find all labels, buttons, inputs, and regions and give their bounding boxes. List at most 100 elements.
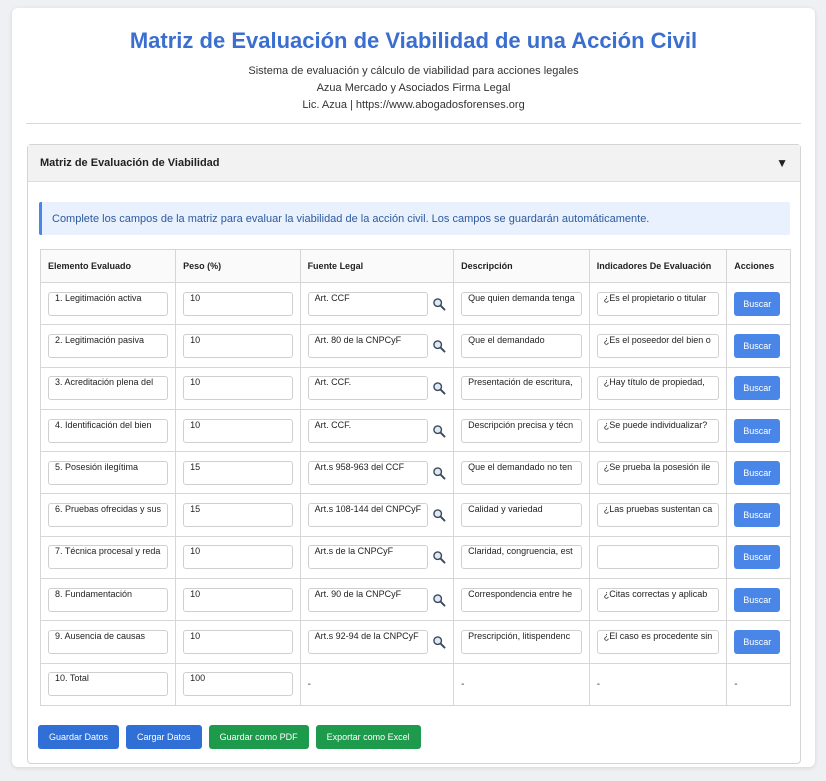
- table-row: 8. Fundamentación 10 Art. 90 de la CNPCyF C…: [39, 578, 791, 622]
- weight-input[interactable]: 10: [183, 333, 293, 358]
- magnifier-icon[interactable]: [432, 550, 446, 564]
- element-input[interactable]: 9. Ausencia de causas: [48, 630, 169, 655]
- firm-name: Azua Mercado y Asociados Firma Legal: [316, 82, 511, 94]
- description-input[interactable]: Prescripción, litispendenc: [461, 630, 582, 655]
- panel-header[interactable]: Matriz de Evaluación de Viabilidad ▼: [28, 145, 800, 182]
- element-input[interactable]: 5. Posesión ilegítima: [48, 460, 169, 485]
- magnifier-icon[interactable]: [432, 635, 446, 649]
- search-button[interactable]: Buscar: [734, 376, 781, 401]
- search-button[interactable]: Buscar: [734, 333, 781, 358]
- caret-down-icon[interactable]: ▼: [776, 156, 788, 170]
- info-alert: Complete los campos de la matriz para ev…: [39, 202, 790, 235]
- search-button[interactable]: Buscar: [734, 291, 781, 316]
- source-input[interactable]: Art. CCF.: [307, 418, 429, 443]
- indicator-input[interactable]: ¿El caso es procedente sin: [596, 630, 720, 655]
- page-title: Matriz de Evaluación de Viabilidad de un…: [129, 28, 698, 53]
- magnifier-icon[interactable]: [432, 508, 446, 522]
- weight-input[interactable]: 10: [183, 376, 293, 401]
- source-input[interactable]: Art. CCF.: [307, 376, 429, 401]
- table-row: 9. Ausencia de causas 10 Art.s 92-94 de la…: [39, 620, 791, 664]
- description-input[interactable]: Que el demandado no ten: [461, 460, 582, 485]
- weight-input[interactable]: 10: [183, 418, 293, 443]
- column-header: Fuente Legal: [299, 249, 455, 283]
- indicator-input[interactable]: ¿Las pruebas sustentan ca: [596, 503, 720, 528]
- save-data-button[interactable]: Guardar Datos: [38, 725, 120, 749]
- weight-input[interactable]: 15: [183, 503, 293, 528]
- page-header: Matriz de Evaluación de Viabilidad de un…: [12, 8, 815, 114]
- description-input[interactable]: Presentación de escritura,: [461, 376, 582, 401]
- column-header: Descripción: [453, 249, 590, 283]
- total-row: 10. Total 100 - - - -: [39, 662, 791, 706]
- weight-input[interactable]: 10: [183, 545, 293, 570]
- source-input[interactable]: Art. CCF: [307, 291, 429, 316]
- indicator-input[interactable]: ¿Citas correctas y aplicab: [596, 587, 720, 612]
- total-source-cell: -: [307, 678, 311, 690]
- description-input[interactable]: Correspondencia entre he: [461, 587, 582, 612]
- save-pdf-button[interactable]: Guardar como PDF: [208, 725, 309, 749]
- column-header: Elemento Evaluado: [39, 249, 177, 283]
- source-cell: Art. CCF.: [307, 418, 447, 443]
- weight-input[interactable]: 10: [183, 291, 293, 316]
- search-button[interactable]: Buscar: [734, 545, 781, 570]
- weight-input[interactable]: 15: [183, 460, 293, 485]
- source-input[interactable]: Art.s 92-94 de la CNPCyF: [307, 630, 429, 655]
- description-input[interactable]: Descripción precisa y técn: [461, 418, 582, 443]
- source-cell: Art.s 958-963 del CCF: [307, 460, 447, 485]
- search-button[interactable]: Buscar: [734, 630, 781, 655]
- indicator-input[interactable]: ¿Se puede individualizar?: [596, 418, 720, 443]
- indicator-input[interactable]: ¿Hay título de propiedad,: [596, 376, 720, 401]
- source-input[interactable]: Art.s 108-144 del CNPCyF: [307, 503, 429, 528]
- table-body: 1. Legitimación activa 10 Art. CCF Que quie…: [39, 281, 791, 706]
- element-input[interactable]: 6. Pruebas ofrecidas y sus: [48, 503, 169, 528]
- indicator-input[interactable]: ¿Es el propietario o titular: [596, 291, 720, 316]
- description-input[interactable]: Que quien demanda tenga: [461, 291, 582, 316]
- total-element-field[interactable]: 10. Total: [48, 672, 169, 697]
- weight-input[interactable]: 10: [183, 587, 293, 612]
- info-text: Complete los campos de la matriz para ev…: [52, 212, 650, 225]
- element-input[interactable]: 1. Legitimación activa: [48, 291, 169, 316]
- panel-title: Matriz de Evaluación de Viabilidad: [40, 157, 220, 169]
- indicator-input[interactable]: [596, 545, 720, 570]
- description-input[interactable]: Calidad y variedad: [461, 503, 582, 528]
- total-description-cell: -: [461, 678, 465, 690]
- evaluation-table: Elemento Evaluado Peso (%) Fuente Legal …: [39, 249, 791, 706]
- total-weight-field[interactable]: 100: [183, 672, 293, 697]
- magnifier-icon[interactable]: [432, 593, 446, 607]
- description-input[interactable]: Claridad, congruencia, est: [461, 545, 582, 570]
- source-cell: Art. CCF: [307, 291, 447, 316]
- search-button[interactable]: Buscar: [734, 587, 781, 612]
- magnifier-icon[interactable]: [432, 381, 446, 395]
- source-input[interactable]: Art. 80 de la CNPCyF: [307, 333, 429, 358]
- magnifier-icon[interactable]: [432, 339, 446, 353]
- magnifier-icon[interactable]: [432, 297, 446, 311]
- indicator-input[interactable]: ¿Es el poseedor del bien o: [596, 333, 720, 358]
- weight-input[interactable]: 10: [183, 630, 293, 655]
- export-excel-button[interactable]: Exportar como Excel: [315, 725, 421, 749]
- search-button[interactable]: Buscar: [734, 460, 781, 485]
- magnifier-icon[interactable]: [432, 424, 446, 438]
- source-cell: Art. CCF.: [307, 376, 447, 401]
- source-cell: Art.s 108-144 del CNPCyF: [307, 503, 447, 528]
- header-divider: [26, 123, 801, 124]
- load-data-button[interactable]: Cargar Datos: [126, 725, 202, 749]
- evaluation-panel: Matriz de Evaluación de Viabilidad ▼ Com…: [27, 144, 801, 764]
- source-input[interactable]: Art.s 958-963 del CCF: [307, 460, 429, 485]
- description-input[interactable]: Que el demandado: [461, 333, 582, 358]
- main-card: Matriz de Evaluación de Viabilidad de un…: [12, 8, 815, 767]
- indicator-input[interactable]: ¿Se prueba la posesión ile: [596, 460, 720, 485]
- search-button[interactable]: Buscar: [734, 503, 781, 528]
- source-input[interactable]: Art. 90 de la CNPCyF: [307, 587, 429, 612]
- magnifier-icon[interactable]: [432, 466, 446, 480]
- element-input[interactable]: 4. Identificación del bien: [48, 418, 169, 443]
- total-actions-cell: -: [734, 678, 738, 690]
- contact-line: Lic. Azua | https://www.abogadosforenses…: [302, 99, 525, 111]
- source-cell: Art.s de la CNPCyF: [307, 545, 447, 570]
- element-input[interactable]: 2. Legitimación pasiva: [48, 333, 169, 358]
- source-input[interactable]: Art.s de la CNPCyF: [307, 545, 429, 570]
- search-button[interactable]: Buscar: [734, 418, 781, 443]
- element-input[interactable]: 8. Fundamentación: [48, 587, 169, 612]
- element-input[interactable]: 7. Técnica procesal y reda: [48, 545, 169, 570]
- element-input[interactable]: 3. Acreditación plena del: [48, 376, 169, 401]
- table-row: 6. Pruebas ofrecidas y sus 15 Art.s 108-14…: [39, 493, 791, 537]
- action-bar: Guardar Datos Cargar Datos Guardar como …: [38, 725, 421, 749]
